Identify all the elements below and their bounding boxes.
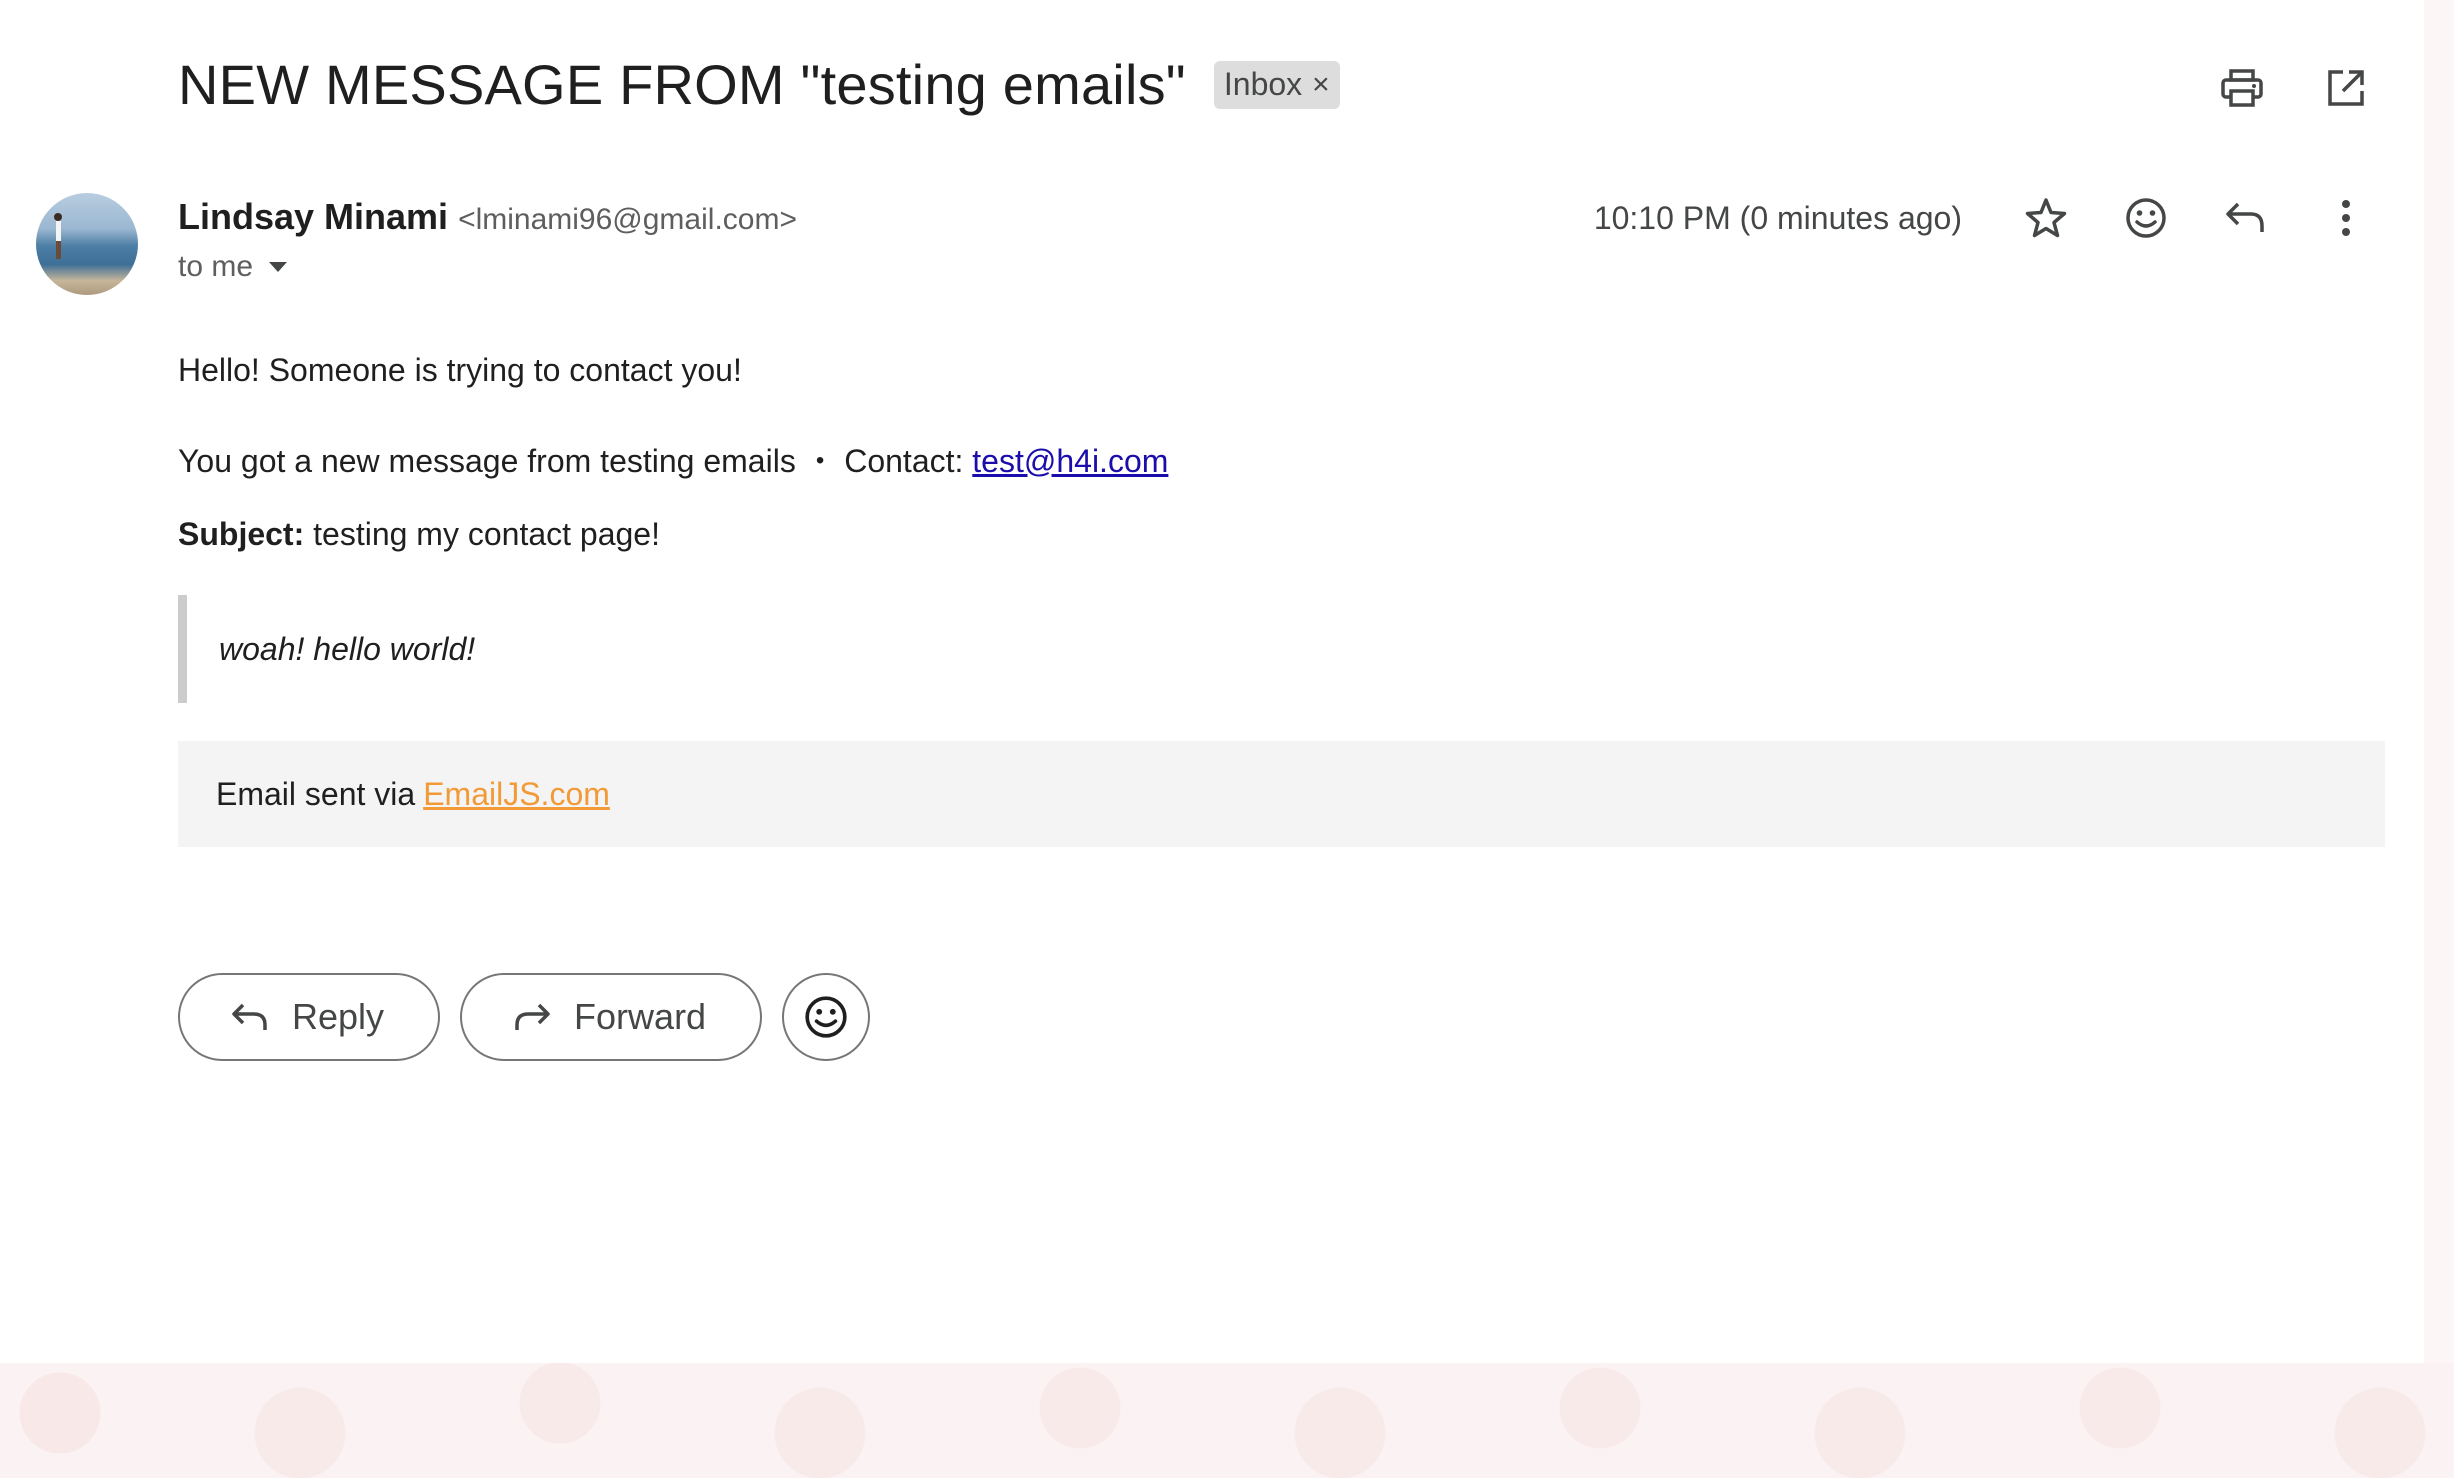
remove-label-icon[interactable]: ×: [1312, 68, 1330, 102]
timestamp: 10:10 PM (0 minutes ago): [1593, 199, 1962, 236]
top-actions: [2214, 60, 2374, 116]
forward-button-label: Forward: [574, 996, 707, 1037]
subject-line: Subject: testing my contact page!: [178, 516, 2385, 553]
message-prefix: You got a new message from testing email…: [178, 442, 796, 479]
contact-email-link[interactable]: test@h4i.com: [972, 443, 1168, 480]
more-vert-icon[interactable]: [2318, 190, 2374, 246]
email-body: Hello! Someone is trying to contact you!…: [178, 352, 2385, 847]
quote-text: woah! hello world!: [219, 630, 476, 667]
reply-button-label: Reply: [292, 996, 385, 1037]
emoji-reaction-icon[interactable]: [2118, 190, 2174, 246]
background-pattern: [0, 1363, 2454, 1478]
message-line: You got a new message from testing email…: [178, 436, 2385, 486]
email-view: NEW MESSAGE FROM "testing emails" Inbox …: [0, 0, 2424, 1363]
footer-text: Email sent via: [216, 775, 416, 812]
separator-dot: •: [815, 447, 825, 474]
reply-arrow-icon: [232, 1003, 267, 1030]
subject-row: NEW MESSAGE FROM "testing emails" Inbox …: [178, 52, 1340, 117]
print-icon[interactable]: [2214, 60, 2270, 116]
reply-icon[interactable]: [2218, 190, 2274, 246]
forward-button[interactable]: Forward: [460, 973, 763, 1061]
sender-avatar[interactable]: [36, 193, 138, 295]
message-actions: 10:10 PM (0 minutes ago): [1594, 190, 2374, 246]
star-icon[interactable]: [2018, 190, 2074, 246]
contact-label: Contact:: [844, 442, 964, 479]
recipients-toggle[interactable]: to me: [178, 250, 797, 284]
email-subject: NEW MESSAGE FROM "testing emails": [178, 53, 1186, 116]
emoji-button[interactable]: [782, 973, 871, 1061]
forward-arrow-icon: [515, 1003, 550, 1030]
subject-value: testing my contact page!: [313, 516, 660, 552]
greeting-text: Hello! Someone is trying to contact you!: [178, 352, 742, 388]
emailjs-link[interactable]: EmailJS.com: [423, 776, 610, 813]
open-in-new-window-icon[interactable]: [2318, 60, 2374, 116]
to-line-text: to me: [178, 250, 254, 283]
dropdown-arrow-icon[interactable]: [267, 260, 289, 274]
subject-label: Subject:: [178, 516, 305, 552]
reply-button[interactable]: Reply: [178, 973, 441, 1061]
emoji-icon: [805, 996, 847, 1038]
sender-name[interactable]: Lindsay Minami: [178, 196, 448, 238]
quoted-message: woah! hello world!: [178, 595, 2385, 703]
bottom-actions: Reply Forward: [178, 973, 871, 1061]
sender-info: Lindsay Minami <lminami96@gmail.com> to …: [178, 196, 797, 284]
label-chip-text: Inbox: [1223, 66, 1303, 102]
inbox-label-chip[interactable]: Inbox ×: [1213, 60, 1340, 109]
sender-email: <lminami96@gmail.com>: [458, 203, 797, 236]
footer-box: Email sent via EmailJS.com: [178, 741, 2385, 847]
